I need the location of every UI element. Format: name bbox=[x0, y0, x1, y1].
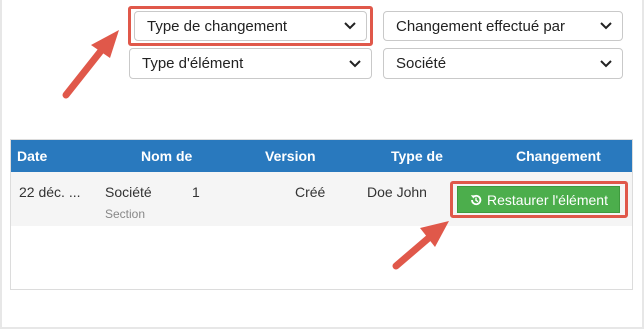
arrow-icon bbox=[62, 30, 449, 270]
